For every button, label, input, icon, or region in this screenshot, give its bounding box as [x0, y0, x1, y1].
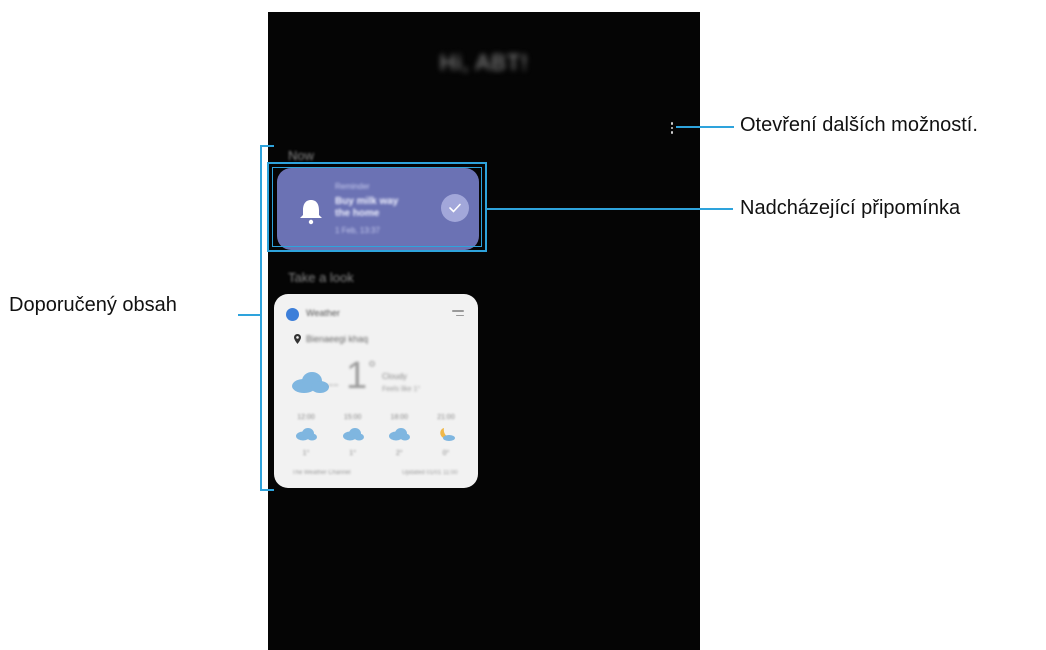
- take-a-look-section-title: Take a look: [288, 270, 354, 285]
- weather-card-menu-icon[interactable]: [452, 310, 464, 318]
- hourly-time: 12:00: [297, 414, 315, 421]
- cloud-icon: [389, 428, 411, 441]
- hourly-time: 18:00: [390, 414, 409, 421]
- hourly-temperature: 1°: [302, 450, 310, 457]
- weather-feels-like: Feels like 1°: [382, 386, 421, 393]
- phone-screen: Hi, ABT! Now Reminder Buy milk way the h…: [268, 12, 700, 650]
- upcoming-reminder-callout: Nadcházející připomínka: [740, 197, 961, 219]
- more-options-icon: [670, 122, 674, 125]
- weather-app-icon: [286, 308, 299, 321]
- cloud-icon: [292, 372, 329, 393]
- hourly-time: 15:00: [343, 414, 362, 421]
- weather-updated: Updated 01/01 11:00: [402, 470, 458, 476]
- weather-condition: Cloudy: [382, 372, 407, 381]
- recommended-content-bracket: [260, 145, 274, 491]
- moon-cloud-icon: [440, 428, 455, 441]
- recommended-content-callout: Doporučený obsah: [9, 294, 177, 316]
- recommended-callout-line: [238, 314, 260, 316]
- cloud-icon: [296, 428, 317, 441]
- current-temperature: 1: [346, 355, 368, 397]
- greeting-text: Hi, ABT!: [439, 50, 529, 75]
- hourly-item: 12:00 1°: [286, 414, 326, 457]
- hourly-item: 15:00 1°: [333, 414, 373, 457]
- weather-location: Bienaeegi khaq: [306, 334, 369, 344]
- weather-app-name: Weather: [306, 308, 340, 318]
- hourly-temperature: 1°: [349, 450, 356, 457]
- hourly-forecast: 12:00 1° 15:00 1° 18:00 2° 21:00 0°: [286, 414, 466, 457]
- weather-dash: −−: [328, 380, 339, 390]
- more-options-callout-line: [676, 126, 734, 128]
- hourly-temperature: 2°: [395, 450, 403, 457]
- weather-card[interactable]: Weather Bienaeegi khaq −− 1 ° Cloudy Fee…: [274, 294, 478, 488]
- cloud-icon: [342, 428, 364, 441]
- hourly-item: 18:00 2°: [379, 414, 419, 457]
- reminder-highlight-box: [267, 162, 487, 252]
- hourly-temperature: 0°: [442, 450, 450, 457]
- location-pin-icon: [294, 334, 301, 344]
- hourly-item: 21:00 0°: [426, 414, 466, 457]
- temperature-degree: °: [368, 358, 376, 380]
- weather-source: The Weather Channel: [292, 470, 351, 476]
- hourly-time: 21:00: [437, 414, 455, 421]
- more-options-button[interactable]: [666, 120, 678, 136]
- now-section-title: Now: [288, 148, 315, 163]
- reminder-callout-line: [487, 208, 733, 210]
- more-options-callout: Otevření dalších možností.: [740, 114, 978, 136]
